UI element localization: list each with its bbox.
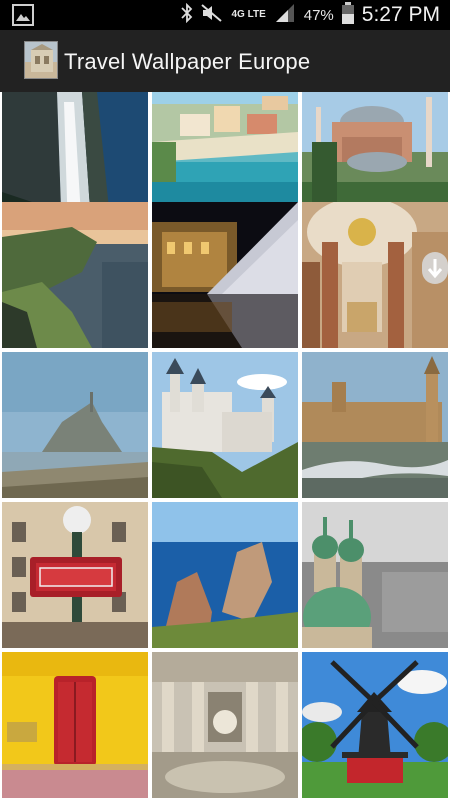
clock: 5:27 PM xyxy=(361,3,440,26)
wallpaper-grid xyxy=(0,92,450,800)
thumbnail-church-domes-city[interactable] xyxy=(302,502,448,648)
bluetooth-icon xyxy=(181,2,193,28)
network-type-icon: 4G LTE xyxy=(231,9,266,20)
thumbnail-yellow-wall-red-door[interactable] xyxy=(2,652,148,798)
thumbnail-neuschwanstein-castle[interactable] xyxy=(152,352,298,498)
app-bar: Travel Wallpaper Europe xyxy=(0,30,450,92)
thumbnail-trevi-fountain[interactable] xyxy=(152,652,298,798)
thumbnail-coastal-rock-stacks[interactable] xyxy=(152,502,298,648)
thumbnail-sea-cliffs-sunset[interactable] xyxy=(2,202,148,348)
battery-icon xyxy=(341,1,354,29)
page-title: Travel Wallpaper Europe xyxy=(64,49,311,74)
thumbnail-westminster-big-ben[interactable] xyxy=(302,352,448,498)
status-icons: 4G LTE 47% 5:27 PM xyxy=(181,0,440,30)
image-notification-icon xyxy=(12,4,34,26)
mute-icon xyxy=(201,3,223,28)
thumbnail-windmill-park[interactable] xyxy=(302,652,448,798)
thumbnail-louvre-pyramid-night[interactable] xyxy=(152,202,298,348)
thumbnail-paris-metro-sign[interactable] xyxy=(2,502,148,648)
app-logo-icon[interactable] xyxy=(24,41,58,79)
status-bar: 4G LTE 47% 5:27 PM xyxy=(0,0,450,30)
thumbnail-mont-saint-michel[interactable] xyxy=(2,352,148,498)
fast-scroll-handle-icon[interactable] xyxy=(422,252,448,284)
signal-icon xyxy=(274,3,296,28)
battery-percent: 47% xyxy=(303,6,334,24)
